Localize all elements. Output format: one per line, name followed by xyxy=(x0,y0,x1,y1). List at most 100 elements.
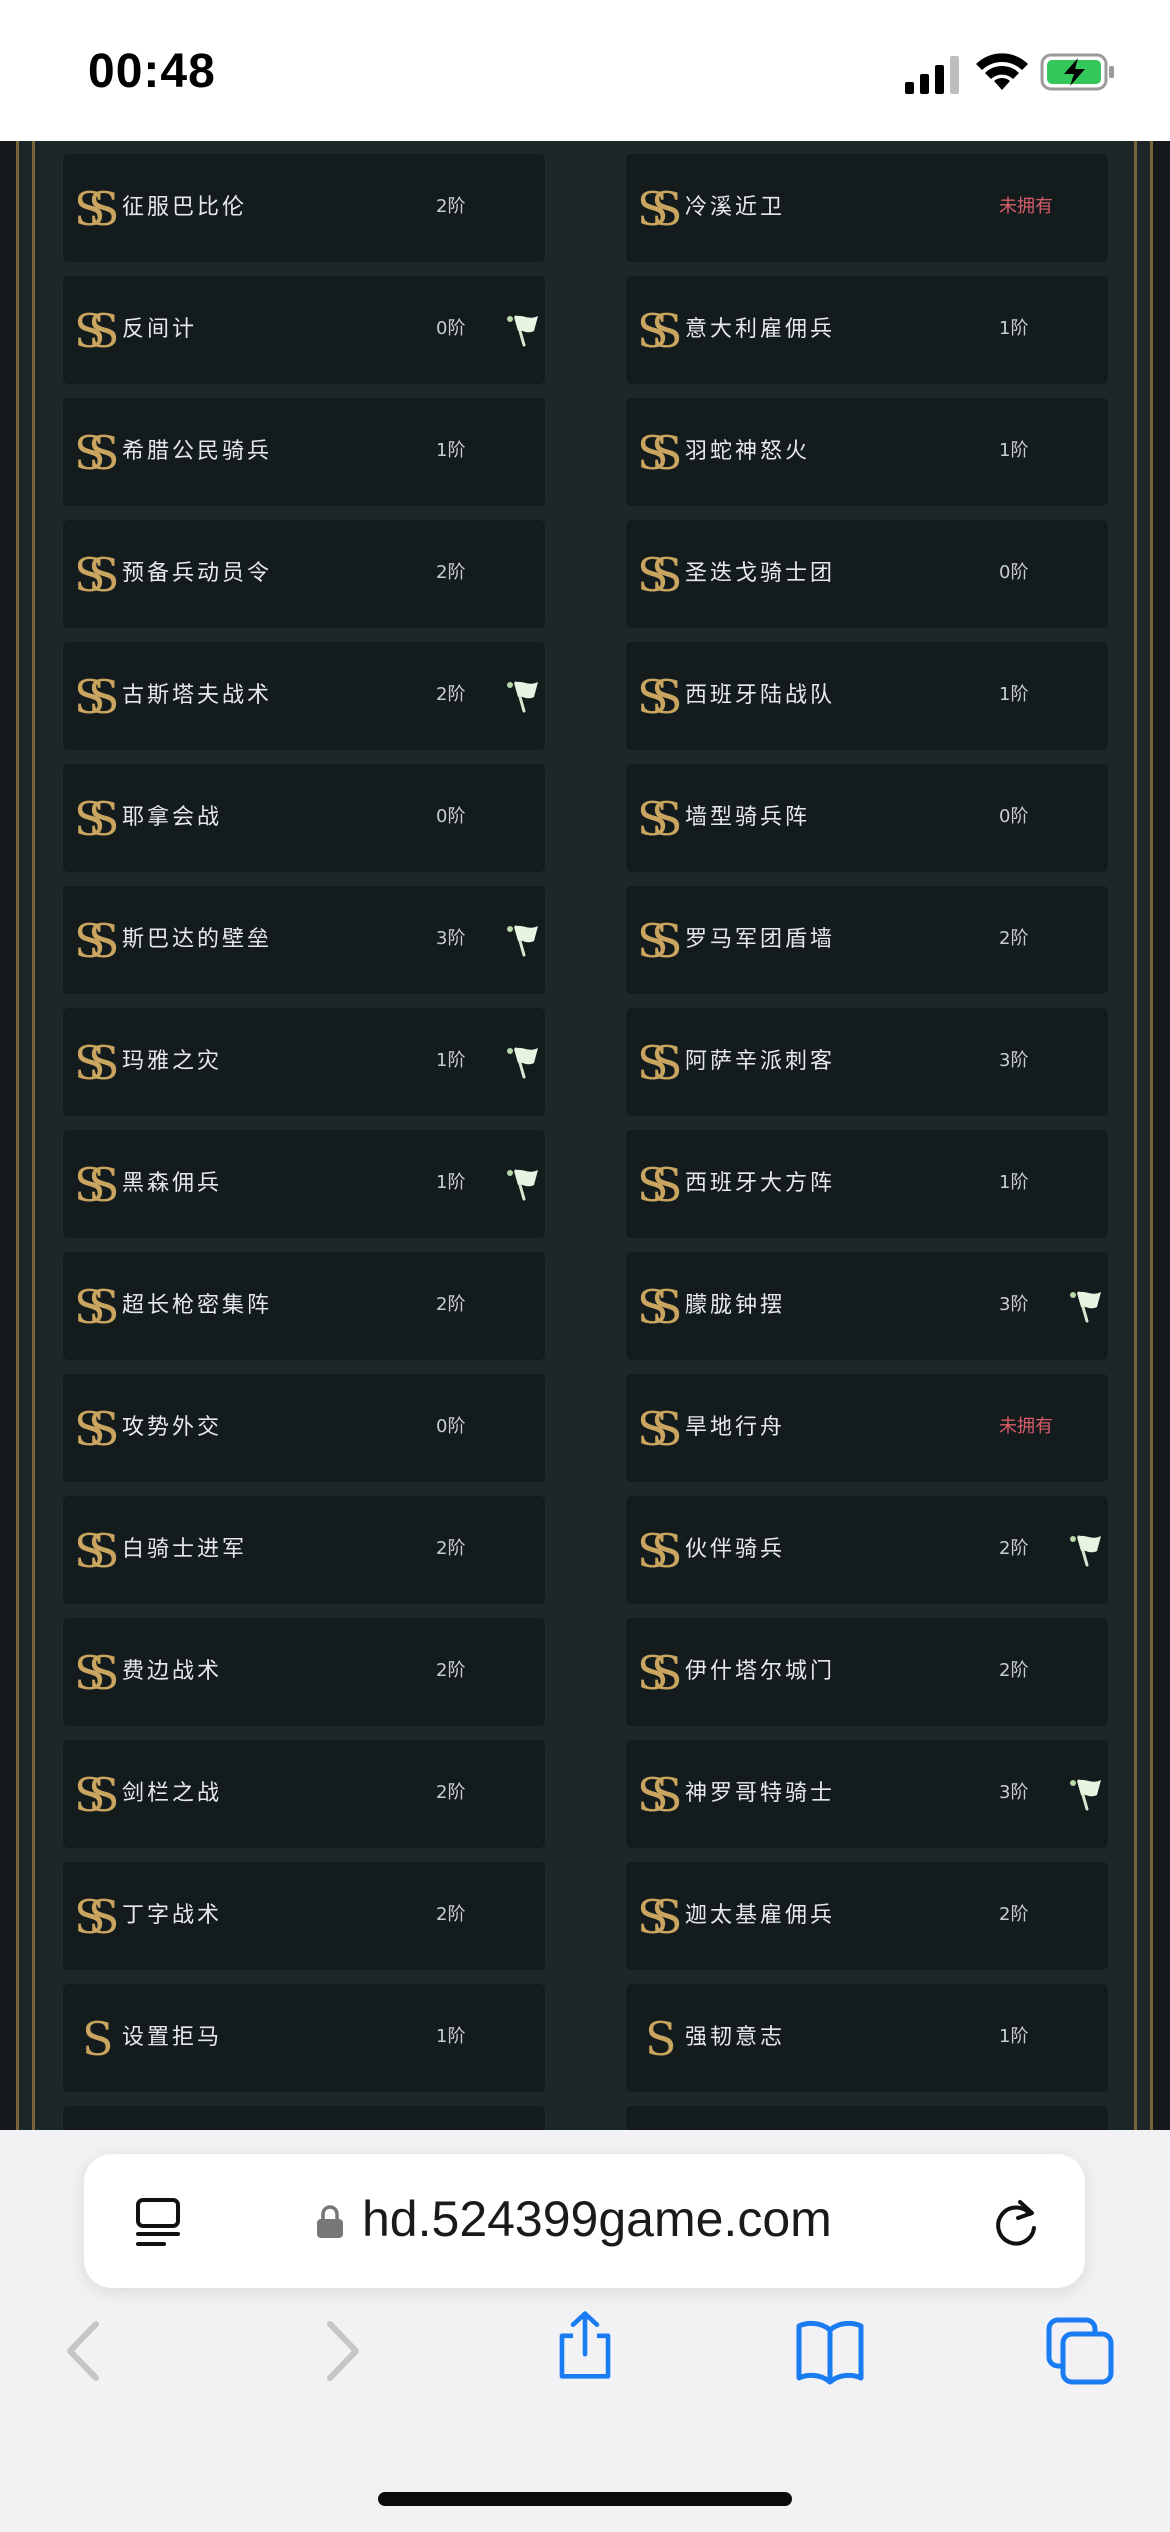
tactic-name: 剑栏之战 xyxy=(122,1781,223,1806)
flag-icon xyxy=(1070,1291,1101,1323)
flag-icon xyxy=(507,315,538,347)
tactic-card[interactable]: S S 攻势外交 0阶 xyxy=(62,1373,546,1483)
tactic-name: 神罗哥特骑士 xyxy=(685,1781,836,1806)
tactic-card[interactable]: S S 玛雅之灾 1阶 xyxy=(62,1007,546,1117)
tactic-card[interactable]: S S 征服巴比伦 2阶 xyxy=(62,153,546,263)
tactic-level: 2阶 xyxy=(436,1294,466,1315)
tactic-card[interactable]: S S 西班牙大方阵 1阶 xyxy=(625,1129,1109,1239)
tactic-name: 白骑士进军 xyxy=(122,1537,248,1562)
tactic-card[interactable]: S S 神罗哥特骑士 3阶 xyxy=(625,1739,1109,1849)
tactic-level: 1阶 xyxy=(436,1172,466,1193)
tactic-card[interactable]: S 设置拒马 1阶 xyxy=(62,1983,546,2093)
tactic-level: 2阶 xyxy=(999,928,1029,949)
svg-text:S: S xyxy=(651,426,683,479)
game-viewport: S S 征服巴比伦 2阶 S S 冷溪近卫 未拥有 S S 反间计 0阶 S S 意大利雇佣兵 1阶 S S 希腊公… xyxy=(0,141,1170,2130)
left-border xyxy=(0,141,16,2130)
border-rail xyxy=(16,141,19,2130)
address-bar[interactable]: hd.524399game.com xyxy=(84,2154,1085,2288)
share-icon[interactable] xyxy=(550,2310,620,2380)
ss-rank-icon: SS xyxy=(74,1646,120,1699)
tactic-card[interactable]: S S 冷溪近卫 未拥有 xyxy=(625,153,1109,263)
tactic-card[interactable]: S S 羽蛇神怒火 1阶 xyxy=(625,397,1109,507)
tactic-card[interactable]: S S 阿萨辛派刺客 3阶 xyxy=(625,1007,1109,1117)
ss-rank-icon: SS xyxy=(74,792,120,845)
back-icon[interactable] xyxy=(52,2316,122,2386)
forward-icon[interactable] xyxy=(304,2316,374,2386)
tactic-card[interactable]: S S 预备兵动员令 2阶 xyxy=(62,519,546,629)
tactic-card[interactable]: S S 古斯塔夫战术 2阶 xyxy=(62,641,546,751)
tactic-level: 2阶 xyxy=(999,1538,1029,1559)
tactic-card[interactable]: S S 丁字战术 2阶 xyxy=(62,1861,546,1971)
tactic-card[interactable]: S S 费边战术 2阶 xyxy=(62,1617,546,1727)
ss-rank-icon: SS xyxy=(637,1402,683,1455)
ss-rank-icon: SS xyxy=(74,1280,120,1333)
ss-rank-icon: SS xyxy=(637,1768,683,1821)
tactic-card[interactable]: S S 伙伴骑兵 2阶 xyxy=(625,1495,1109,1605)
tactic-card[interactable] xyxy=(625,2105,1109,2130)
url-text[interactable]: hd.524399game.com xyxy=(362,2190,832,2248)
tactic-card[interactable]: S S 旱地行舟 未拥有 xyxy=(625,1373,1109,1483)
tactic-card[interactable]: S S 西班牙陆战队 1阶 xyxy=(625,641,1109,751)
tactic-card[interactable]: S S 圣迭戈骑士团 0阶 xyxy=(625,519,1109,629)
ss-rank-icon: SS xyxy=(637,1890,683,1943)
tactic-card[interactable]: S S 意大利雇佣兵 1阶 xyxy=(625,275,1109,385)
tactic-name: 征服巴比伦 xyxy=(122,195,248,220)
svg-text:S: S xyxy=(651,1890,683,1943)
tactic-level: 1阶 xyxy=(999,318,1029,339)
tactic-card[interactable]: S S 斯巴达的壁垒 3阶 xyxy=(62,885,546,995)
tactic-name: 耶拿会战 xyxy=(122,805,223,830)
ss-rank-icon: SS xyxy=(74,670,120,723)
tactic-name: 羽蛇神怒火 xyxy=(685,439,811,464)
ss-rank-icon: SS xyxy=(74,1158,120,1211)
tactic-card[interactable]: S S 耶拿会战 0阶 xyxy=(62,763,546,873)
status-bar: 00:48 xyxy=(0,0,1170,141)
svg-text:S: S xyxy=(88,304,120,357)
ss-rank-icon: SS xyxy=(637,1158,683,1211)
svg-text:S: S xyxy=(88,1890,120,1943)
status-time: 00:48 xyxy=(88,45,216,98)
svg-text:S: S xyxy=(88,426,120,479)
tactic-level: 1阶 xyxy=(436,2026,466,2047)
tactic-card[interactable]: S S 反间计 0阶 xyxy=(62,275,546,385)
browser-toolbar: hd.524399game.com xyxy=(0,2130,1170,2532)
s-rank-icon: S xyxy=(645,2012,677,2065)
svg-text:S: S xyxy=(88,914,120,967)
tactic-name: 朦胧钟摆 xyxy=(685,1293,786,1318)
tactic-card[interactable]: S S 白骑士进军 2阶 xyxy=(62,1495,546,1605)
ss-rank-icon: SS xyxy=(637,1524,683,1577)
ss-rank-icon: SS xyxy=(74,1768,120,1821)
svg-text:S: S xyxy=(88,1768,120,1821)
svg-text:S: S xyxy=(651,1768,683,1821)
tactic-level: 1阶 xyxy=(436,1050,466,1071)
tactic-card[interactable]: S S 墙型骑兵阵 0阶 xyxy=(625,763,1109,873)
tactic-card[interactable]: S S 朦胧钟摆 3阶 xyxy=(625,1251,1109,1361)
cellular-signal-icon xyxy=(905,56,959,94)
svg-text:S: S xyxy=(651,1402,683,1455)
svg-text:S: S xyxy=(651,182,683,235)
reload-icon[interactable] xyxy=(990,2196,1042,2250)
svg-text:S: S xyxy=(88,1524,120,1577)
tactic-card[interactable]: S S 希腊公民骑兵 1阶 xyxy=(62,397,546,507)
tactic-level: 3阶 xyxy=(999,1294,1029,1315)
tactic-card[interactable]: S S 伊什塔尔城门 2阶 xyxy=(625,1617,1109,1727)
page-menu-icon[interactable] xyxy=(134,2196,184,2248)
tabs-overview-icon[interactable] xyxy=(1045,2316,1115,2386)
tactic-card[interactable]: S S 超长枪密集阵 2阶 xyxy=(62,1251,546,1361)
tactic-card[interactable]: S S 迦太基雇佣兵 2阶 xyxy=(625,1861,1109,1971)
tactic-card[interactable]: S S 剑栏之战 2阶 xyxy=(62,1739,546,1849)
tactic-card[interactable]: S S 罗马军团盾墙 2阶 xyxy=(625,885,1109,995)
svg-text:S: S xyxy=(651,548,683,601)
tactic-card[interactable]: S S 黑森佣兵 1阶 xyxy=(62,1129,546,1239)
tactic-name: 黑森佣兵 xyxy=(122,1171,223,1196)
ss-rank-icon: SS xyxy=(74,182,120,235)
tactic-card[interactable] xyxy=(62,2105,546,2130)
tactic-card[interactable]: S 强韧意志 1阶 xyxy=(625,1983,1109,2093)
tactic-name: 旱地行舟 xyxy=(685,1415,786,1440)
tactic-level: 1阶 xyxy=(999,440,1029,461)
bookmarks-icon[interactable] xyxy=(795,2316,865,2386)
flag-icon xyxy=(507,1169,538,1201)
tactic-name: 希腊公民骑兵 xyxy=(122,439,273,464)
battery-charging-icon xyxy=(1040,53,1114,91)
ss-rank-icon: SS xyxy=(74,304,120,357)
tactic-name: 意大利雇佣兵 xyxy=(685,317,836,342)
